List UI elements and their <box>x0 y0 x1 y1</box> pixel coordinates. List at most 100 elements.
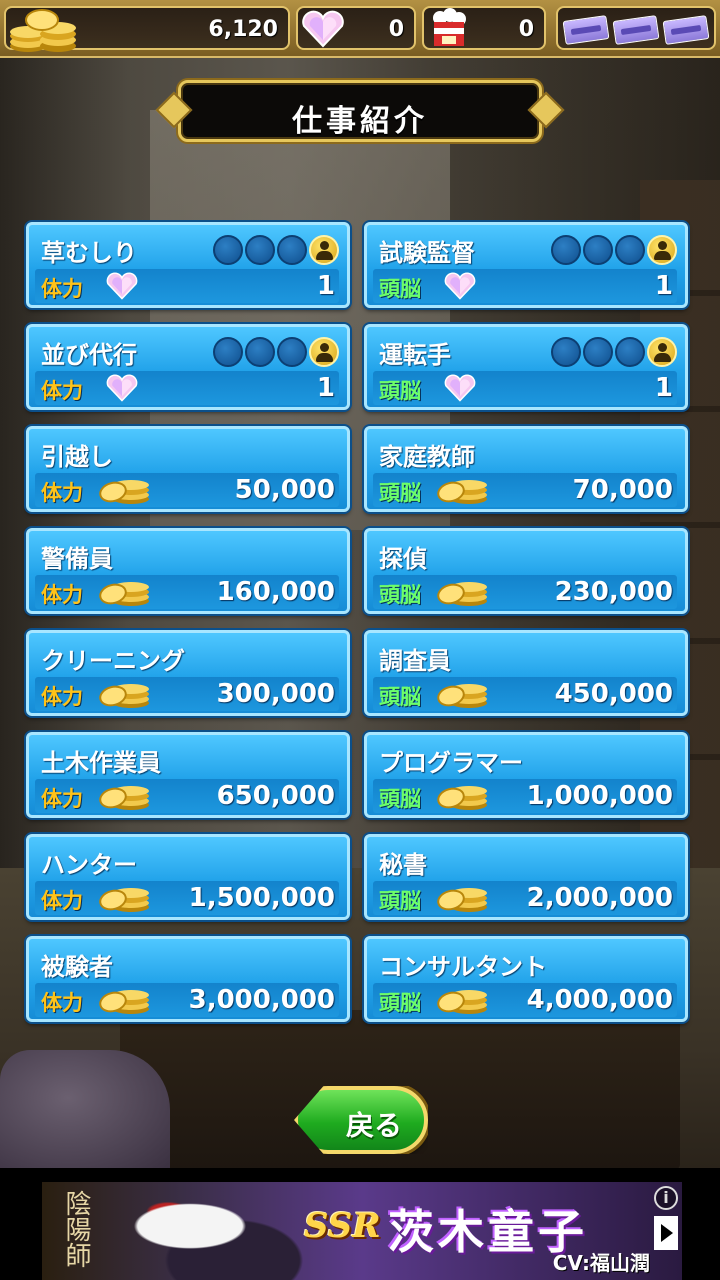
heart-gem-icon <box>105 373 161 403</box>
job-card[interactable]: 探偵 頭脳 230,000 <box>364 528 688 614</box>
page-title: 仕事紹介 <box>292 104 428 139</box>
worker-slots <box>551 337 677 367</box>
job-name: 探偵 <box>379 545 427 573</box>
job-cost: 2,000,000 <box>526 883 673 913</box>
job-card[interactable]: コンサルタント頭脳 4,000,000 <box>364 936 688 1022</box>
job-card[interactable]: 試験監督 頭脳 1 <box>364 222 688 308</box>
empty-slot-icon <box>245 337 275 367</box>
empty-slot-icon <box>583 235 613 265</box>
job-card[interactable]: 秘書 頭脳 2,000,000 <box>364 834 688 920</box>
job-info-bar: 頭脳 2,000,000 <box>373 881 677 915</box>
job-name: 秘書 <box>379 851 427 879</box>
job-card[interactable]: 運転手 頭脳 1 <box>364 324 688 410</box>
worker-person-icon <box>309 337 339 367</box>
empty-slot-icon <box>615 235 645 265</box>
worker-slots <box>551 235 677 265</box>
empty-slot-icon <box>213 337 243 367</box>
empty-slot-icon <box>277 235 307 265</box>
job-list: 草むしり 体力 1 試験監督 頭脳 1 並び代行 体力 1 運転手 頭脳 1 引越し 体力 50,000 家庭… <box>26 222 690 1022</box>
job-card[interactable]: 引越し 体力 50,000 <box>26 426 350 512</box>
job-cost: 4,000,000 <box>526 985 673 1015</box>
job-cost: 1 <box>654 373 673 403</box>
coin-icon <box>97 577 153 607</box>
coin-icon <box>97 985 153 1015</box>
coin-icon <box>435 475 491 505</box>
job-info-bar: 体力 1 <box>35 269 339 303</box>
job-attribute: 体力 <box>41 379 83 403</box>
job-card[interactable]: 被験者 体力 3,000,000 <box>26 936 350 1022</box>
ticket-pass-icon <box>662 15 710 45</box>
ad-game-logo: 陰陽師 <box>61 1190 91 1268</box>
job-attribute: 体力 <box>41 277 83 301</box>
page-title-banner: 仕事紹介 <box>155 80 565 142</box>
job-info-bar: 頭脳 1 <box>373 269 677 303</box>
job-attribute: 頭脳 <box>379 583 421 607</box>
job-name: ハンター <box>41 851 137 879</box>
job-card[interactable]: 土木作業員 体力 650,000 <box>26 732 350 818</box>
job-attribute: 体力 <box>41 583 83 607</box>
resource-bar: 6,120 0 0 <box>0 0 720 58</box>
job-attribute: 体力 <box>41 481 83 505</box>
job-name: コンサルタント <box>379 953 547 981</box>
job-cost: 50,000 <box>234 475 335 505</box>
job-info-bar: 頭脳 450,000 <box>373 677 677 711</box>
job-card[interactable]: プログラマー 頭脳 1,000,000 <box>364 732 688 818</box>
job-name: 試験監督 <box>379 239 475 267</box>
back-button-label: 戻る <box>345 1109 402 1142</box>
job-cost: 300,000 <box>216 679 335 709</box>
passes-counter[interactable] <box>556 6 716 50</box>
ad-banner[interactable]: 陰陽師 SSR 茨木童子 CV:福山潤 i <box>42 1182 682 1280</box>
coin-icon <box>435 577 491 607</box>
job-card[interactable]: ハンター 体力 1,500,000 <box>26 834 350 920</box>
job-card[interactable]: 警備員体力 160,000 <box>26 528 350 614</box>
info-icon[interactable]: i <box>654 1186 678 1210</box>
job-attribute: 頭脳 <box>379 481 421 505</box>
coin-icon <box>97 883 153 913</box>
job-cost: 1 <box>654 271 673 301</box>
job-name: 警備員 <box>41 545 113 573</box>
job-attribute: 頭脳 <box>379 379 421 403</box>
coins-counter[interactable]: 6,120 <box>4 6 290 52</box>
job-info-bar: 体力 1 <box>35 371 339 405</box>
job-info-bar: 頭脳 70,000 <box>373 473 677 507</box>
gems-counter[interactable]: 0 <box>296 6 416 50</box>
coin-icon <box>97 475 153 505</box>
job-card[interactable]: クリーニング 体力 300,000 <box>26 630 350 716</box>
empty-slot-icon <box>213 235 243 265</box>
coin-stack-icon <box>10 9 76 52</box>
tickets-counter[interactable]: 0 <box>422 6 546 50</box>
job-card[interactable]: 調査員 頭脳 450,000 <box>364 630 688 716</box>
job-cost: 450,000 <box>554 679 673 709</box>
job-card[interactable]: 草むしり 体力 1 <box>26 222 350 308</box>
ad-area: 陰陽師 SSR 茨木童子 CV:福山潤 i <box>0 1168 720 1280</box>
job-cost: 650,000 <box>216 781 335 811</box>
coin-icon <box>435 679 491 709</box>
tickets-value: 0 <box>518 17 534 42</box>
empty-slot-icon <box>277 337 307 367</box>
heart-gem-icon <box>443 271 499 301</box>
play-icon[interactable] <box>654 1216 678 1250</box>
job-attribute: 体力 <box>41 889 83 913</box>
job-info-bar: 体力 650,000 <box>35 779 339 813</box>
job-attribute: 体力 <box>41 991 83 1015</box>
empty-slot-icon <box>245 235 275 265</box>
job-cost: 70,000 <box>572 475 673 505</box>
job-info-bar: 体力 50,000 <box>35 473 339 507</box>
ticket-pass-icon <box>562 15 610 45</box>
job-card[interactable]: 家庭教師頭脳 70,000 <box>364 426 688 512</box>
empty-slot-icon <box>551 235 581 265</box>
heart-gem-icon <box>105 271 161 301</box>
job-cost: 160,000 <box>216 577 335 607</box>
worker-slots <box>213 337 339 367</box>
job-name: 家庭教師 <box>379 443 475 471</box>
job-attribute: 頭脳 <box>379 991 421 1015</box>
ad-voice-actor: CV:福山潤 <box>552 1251 650 1275</box>
coin-icon <box>97 679 153 709</box>
job-cost: 1,000,000 <box>526 781 673 811</box>
empty-slot-icon <box>551 337 581 367</box>
heart-gem-icon <box>443 373 499 403</box>
ad-rarity: SSR <box>304 1206 381 1246</box>
worker-person-icon <box>309 235 339 265</box>
job-card[interactable]: 並び代行 体力 1 <box>26 324 350 410</box>
job-info-bar: 体力 3,000,000 <box>35 983 339 1017</box>
